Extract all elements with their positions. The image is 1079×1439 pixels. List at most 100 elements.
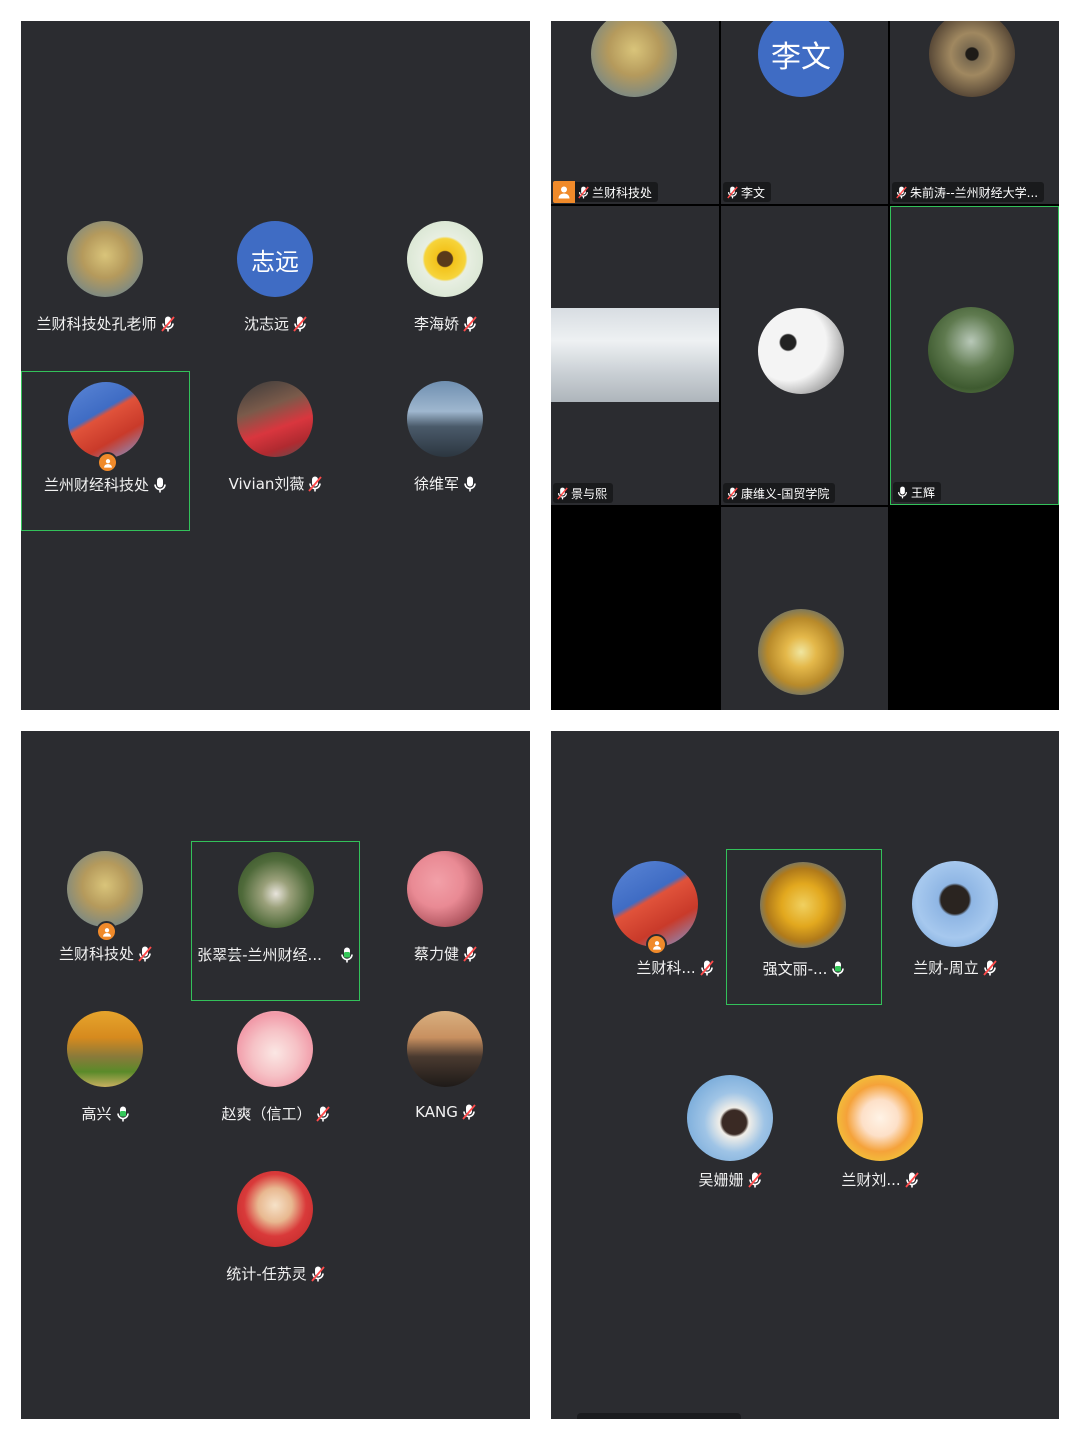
participant-avatar bbox=[912, 861, 998, 947]
mic-muted-icon[interactable] bbox=[463, 946, 477, 962]
participant-name: 强文丽-... bbox=[762, 960, 828, 978]
mic-muted-icon[interactable] bbox=[316, 1106, 330, 1122]
participant-avatar: 志远 bbox=[237, 221, 313, 297]
participant-name: 张翠芸-兰州财经... bbox=[197, 946, 322, 964]
video-tile[interactable]: 兰财科技处 bbox=[551, 21, 719, 204]
participant-tile[interactable]: 徐维军 bbox=[361, 371, 530, 531]
video-tile[interactable]: 康维义-国贸学院 bbox=[721, 206, 888, 505]
participant-name: 兰财科技处 bbox=[58, 945, 134, 963]
mic-muted-icon[interactable] bbox=[727, 186, 738, 199]
host-icon bbox=[97, 452, 118, 473]
mic-on-green-icon[interactable] bbox=[340, 947, 354, 963]
participant-name: 李文 bbox=[741, 185, 766, 200]
video-tile[interactable] bbox=[721, 507, 888, 710]
participant-avatar bbox=[407, 221, 483, 297]
participant-avatar bbox=[407, 1011, 483, 1087]
participant-name: Vivian刘薇 bbox=[228, 475, 305, 493]
participant-avatar bbox=[237, 381, 313, 457]
mic-on-icon[interactable] bbox=[463, 476, 477, 492]
participant-tile[interactable]: 高兴 bbox=[21, 1001, 190, 1161]
participant-name: 景与熙 bbox=[571, 486, 608, 501]
participant-tile-active[interactable]: 强文丽-... bbox=[726, 849, 882, 1005]
video-tile[interactable]: 景与熙 bbox=[551, 206, 719, 505]
participant-name: 吴姗姗 bbox=[698, 1171, 744, 1189]
participant-name: 蔡力健 bbox=[413, 945, 459, 963]
mic-on-green-icon[interactable] bbox=[116, 1106, 130, 1122]
participant-tile[interactable]: KANG bbox=[361, 1001, 530, 1161]
participant-avatar bbox=[237, 1011, 313, 1087]
mic-muted-icon[interactable] bbox=[748, 1172, 762, 1188]
participant-tile[interactable]: 兰财刘... bbox=[805, 1061, 955, 1211]
host-icon bbox=[646, 934, 667, 955]
participant-name: 李海娇 bbox=[413, 315, 459, 333]
participant-avatar: 李文 bbox=[758, 21, 844, 97]
participant-name: 统计-任苏灵 bbox=[226, 1265, 307, 1283]
mic-muted-icon[interactable] bbox=[311, 1266, 325, 1282]
mic-on-green-icon[interactable] bbox=[831, 961, 845, 977]
participant-name: 赵爽（信工） bbox=[221, 1105, 312, 1123]
mic-muted-icon[interactable] bbox=[896, 186, 907, 199]
participant-name: 兰州财经科技处 bbox=[43, 476, 149, 494]
participant-avatar bbox=[591, 21, 677, 97]
participant-name: 兰财科... bbox=[636, 959, 696, 977]
video-tile[interactable]: 朱前涛--兰州财经大学... bbox=[890, 21, 1059, 204]
participant-tile-active[interactable]: 兰州财经科技处 bbox=[21, 371, 190, 531]
mic-muted-icon[interactable] bbox=[308, 476, 322, 492]
panel-gallery-3: 兰财科技处 张翠芸-兰州财经... 蔡力健 高兴 赵爽（信工） KANG 统计-… bbox=[21, 731, 530, 1419]
participant-tile[interactable]: 统计-任苏灵 bbox=[191, 1161, 360, 1321]
panel-gallery-4: 兰财科... 强文丽-... 兰财-周立 吴姗姗 兰财刘... bbox=[551, 731, 1059, 1419]
participant-avatar bbox=[67, 1011, 143, 1087]
participant-name: 兰财科技处 bbox=[592, 185, 653, 200]
participant-name: 兰财刘... bbox=[841, 1171, 901, 1189]
panel-speaker-grid: 兰财科技处 李文 李文 朱前涛--兰州财经大学... 景与熙 康维义-国贸学院 … bbox=[551, 21, 1059, 710]
host-icon bbox=[553, 181, 575, 203]
mic-muted-icon[interactable] bbox=[557, 487, 568, 500]
participant-tile[interactable]: 吴姗姗 bbox=[655, 1061, 805, 1211]
participant-tile[interactable]: 蔡力健 bbox=[361, 841, 530, 1001]
video-tile-active[interactable]: 王辉 bbox=[890, 206, 1059, 505]
participant-avatar bbox=[760, 862, 846, 948]
bottom-bar-peek bbox=[577, 1413, 741, 1419]
participant-avatar bbox=[837, 1075, 923, 1161]
participant-name: 康维义-国贸学院 bbox=[741, 486, 830, 501]
participant-name: 沈志远 bbox=[243, 315, 289, 333]
participant-avatar bbox=[758, 308, 844, 394]
participant-tile[interactable]: 赵爽（信工） bbox=[191, 1001, 360, 1161]
mic-muted-icon[interactable] bbox=[293, 316, 307, 332]
mic-muted-icon[interactable] bbox=[462, 1104, 476, 1120]
participant-avatar bbox=[758, 609, 844, 695]
participant-tile[interactable]: 李海娇 bbox=[361, 211, 530, 371]
participant-avatar bbox=[238, 852, 314, 928]
participant-tile-active[interactable]: 张翠芸-兰州财经... bbox=[191, 841, 360, 1001]
mic-muted-icon[interactable] bbox=[138, 946, 152, 962]
panel-gallery-1: 兰财科技处孔老师 志远 沈志远 李海娇 兰州财经科技处 Vivian刘薇 徐维军 bbox=[21, 21, 530, 710]
mic-on-icon[interactable] bbox=[897, 486, 908, 499]
participant-name: KANG bbox=[415, 1103, 458, 1121]
mic-muted-icon[interactable] bbox=[983, 960, 997, 976]
participant-name: 朱前涛--兰州财经大学... bbox=[910, 185, 1039, 200]
video-tile[interactable]: 李文 李文 bbox=[721, 21, 888, 204]
participant-tile[interactable]: 兰财-周立 bbox=[880, 849, 1030, 999]
mic-on-icon[interactable] bbox=[153, 477, 167, 493]
participant-avatar bbox=[928, 307, 1014, 393]
participant-name: 兰财-周立 bbox=[913, 959, 979, 977]
participant-tile[interactable]: 兰财科技处孔老师 bbox=[21, 211, 190, 371]
participant-name: 徐维军 bbox=[413, 475, 459, 493]
mic-muted-icon[interactable] bbox=[700, 960, 714, 976]
participant-tile[interactable]: 志远 沈志远 bbox=[191, 211, 360, 371]
participant-tile[interactable]: 兰财科技处 bbox=[21, 841, 190, 1001]
host-icon bbox=[96, 921, 117, 942]
participant-avatar bbox=[687, 1075, 773, 1161]
mic-muted-icon[interactable] bbox=[463, 316, 477, 332]
participant-avatar bbox=[407, 381, 483, 457]
participant-tile[interactable]: Vivian刘薇 bbox=[191, 371, 360, 531]
participant-avatar bbox=[929, 21, 1015, 97]
participant-avatar bbox=[237, 1171, 313, 1247]
participant-name: 兰财科技处孔老师 bbox=[36, 315, 157, 333]
participant-name: 王辉 bbox=[911, 485, 936, 500]
mic-muted-icon[interactable] bbox=[578, 186, 589, 199]
mic-muted-icon[interactable] bbox=[905, 1172, 919, 1188]
participant-avatar bbox=[67, 221, 143, 297]
mic-muted-icon[interactable] bbox=[161, 316, 175, 332]
mic-muted-icon[interactable] bbox=[727, 487, 738, 500]
